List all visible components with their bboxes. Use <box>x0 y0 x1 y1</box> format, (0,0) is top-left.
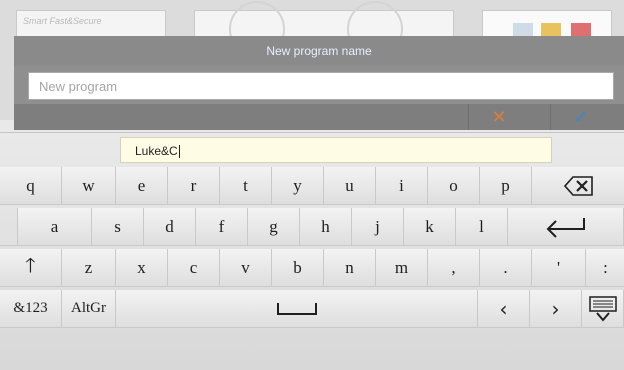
key-period[interactable]: . <box>480 249 532 287</box>
shift-button[interactable]: 🡑 <box>0 249 62 287</box>
shift-icon: 🡑 <box>25 252 36 277</box>
keyboard-row-3: 🡑 z x c v b n m , . ' : <box>0 249 624 287</box>
close-x-icon: ✕ <box>491 107 507 127</box>
key-y[interactable]: y <box>272 167 324 205</box>
keyboard-text-field[interactable]: Luke&C <box>120 137 552 163</box>
key-comma[interactable]: , <box>428 249 480 287</box>
right-arrow-key[interactable]: › <box>530 290 582 328</box>
left-arrow-key[interactable]: ‹ <box>478 290 530 328</box>
space-key[interactable] <box>116 290 478 328</box>
dialog-actions: ✕ ✓ <box>14 104 624 130</box>
key-b[interactable]: b <box>272 249 324 287</box>
left-arrow-icon: ‹ <box>499 296 508 321</box>
keyboard-text-value: Luke&C <box>135 144 178 158</box>
key-c[interactable]: c <box>168 249 220 287</box>
key-f[interactable]: f <box>196 208 248 246</box>
keyboard-row-4: &123 AltGr ‹ › <box>0 290 624 328</box>
key-g[interactable]: g <box>248 208 300 246</box>
key-q[interactable]: q <box>0 167 62 205</box>
hide-keyboard-key[interactable] <box>582 290 624 328</box>
key-e[interactable]: e <box>116 167 168 205</box>
key-colon[interactable]: : <box>586 249 624 287</box>
cancel-button[interactable]: ✕ <box>468 104 529 130</box>
key-o[interactable]: o <box>428 167 480 205</box>
key-apostrophe[interactable]: ' <box>532 249 586 287</box>
key-s[interactable]: s <box>92 208 144 246</box>
dialog-header: New program name <box>14 36 624 66</box>
key-d[interactable]: d <box>144 208 196 246</box>
program-name-input[interactable] <box>29 73 613 99</box>
key-i[interactable]: i <box>376 167 428 205</box>
key-l[interactable]: l <box>456 208 508 246</box>
key-j[interactable]: j <box>352 208 404 246</box>
key-p[interactable]: p <box>480 167 532 205</box>
backspace-button[interactable] <box>532 167 624 205</box>
space-icon <box>276 302 317 315</box>
key-x[interactable]: x <box>116 249 168 287</box>
enter-icon <box>546 217 585 238</box>
hide-keyboard-icon <box>588 295 617 322</box>
new-program-dialog: New program name ✕ ✓ <box>14 36 624 130</box>
program-name-field[interactable] <box>28 72 614 100</box>
keyboard-row-2: a s d f g h j k l <box>0 208 624 246</box>
dialog-title: New program name <box>266 44 372 58</box>
key-z[interactable]: z <box>62 249 116 287</box>
checkmark-icon: ✓ <box>573 107 589 127</box>
symbols-key[interactable]: &123 <box>0 290 62 328</box>
key-n[interactable]: n <box>324 249 376 287</box>
keyboard-spacer <box>0 208 18 246</box>
keyboard-row-1: q w e r t y u i o p <box>0 167 624 205</box>
backspace-icon <box>563 175 593 196</box>
key-u[interactable]: u <box>324 167 376 205</box>
on-screen-keyboard: Luke&C q w e r t y u i o p a s d f g h j… <box>0 132 624 370</box>
key-t[interactable]: t <box>220 167 272 205</box>
enter-button[interactable] <box>508 208 624 246</box>
key-m[interactable]: m <box>376 249 428 287</box>
key-w[interactable]: w <box>62 167 116 205</box>
key-v[interactable]: v <box>220 249 272 287</box>
key-a[interactable]: a <box>18 208 92 246</box>
key-h[interactable]: h <box>300 208 352 246</box>
text-caret <box>178 145 180 159</box>
key-k[interactable]: k <box>404 208 456 246</box>
altgr-key[interactable]: AltGr <box>62 290 116 328</box>
brand-text: Smart Fast&Secure <box>23 16 102 26</box>
key-r[interactable]: r <box>168 167 220 205</box>
right-arrow-icon: › <box>551 296 560 321</box>
confirm-button[interactable]: ✓ <box>550 104 611 130</box>
